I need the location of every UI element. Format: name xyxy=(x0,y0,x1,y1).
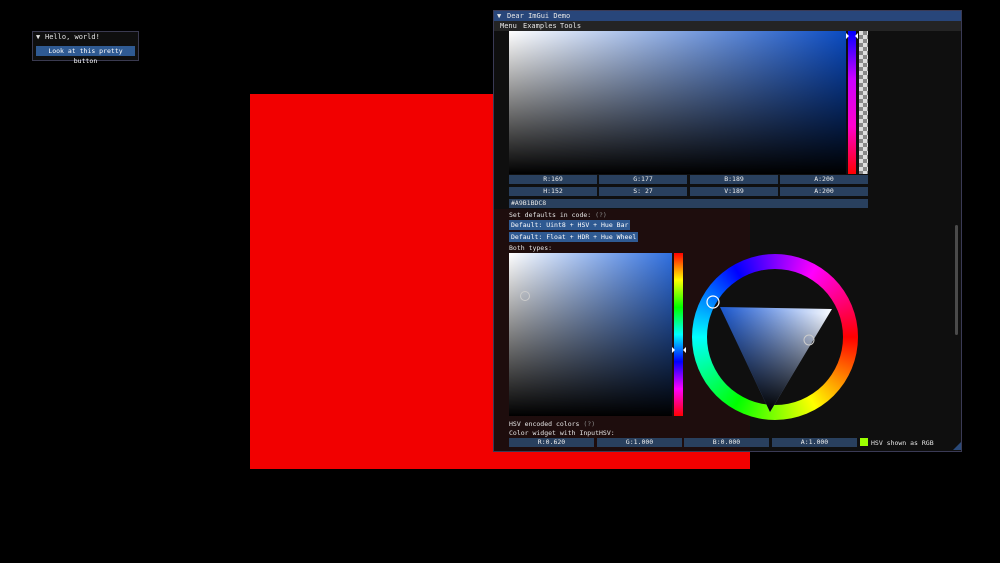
field-a[interactable]: A:200 xyxy=(780,175,868,184)
collapse-arrow-icon[interactable]: ▼ xyxy=(36,33,40,41)
scrollbar-thumb[interactable] xyxy=(955,225,958,335)
field-v[interactable]: V:189 xyxy=(690,187,778,196)
window-title: Dear ImGui Demo xyxy=(507,12,571,20)
default-uint8-button[interactable]: Default: Uint8 + HSV + Hue Bar xyxy=(509,220,631,230)
hue-small-cursor-icon xyxy=(672,347,686,353)
float-field-a[interactable]: A:1.000 xyxy=(772,438,857,447)
menu-item-tools[interactable]: Tools xyxy=(560,22,581,30)
float-field-b[interactable]: B:0.000 xyxy=(684,438,769,447)
hsv-shown-label: HSV shown as RGB xyxy=(871,439,934,447)
float-field-r[interactable]: R:0.620 xyxy=(509,438,594,447)
hello-world-titlebar[interactable]: ▼ Hello, world! xyxy=(33,32,138,42)
window-title: Hello, world! xyxy=(45,33,100,41)
help-marker[interactable]: (?) xyxy=(583,420,595,428)
default-float-button[interactable]: Default: Float + HDR + Hue Wheel xyxy=(509,232,639,242)
hex-input[interactable]: #A9B1BDC8 xyxy=(509,199,868,208)
menu-item-examples[interactable]: Examples xyxy=(523,22,557,30)
hex-value: #A9B1BDC8 xyxy=(511,199,547,207)
sv-cursor-icon xyxy=(520,291,530,301)
field-alpha[interactable]: A:200 xyxy=(780,187,868,196)
set-defaults-label: Set defaults in code: xyxy=(509,211,592,219)
hue-wheel[interactable] xyxy=(692,254,858,420)
help-marker[interactable]: (?) xyxy=(595,211,607,219)
resize-grip[interactable] xyxy=(953,442,961,450)
menu-item-menu[interactable]: Menu xyxy=(500,22,517,30)
field-s[interactable]: S: 27 xyxy=(599,187,687,196)
set-defaults-row: Set defaults in code: (?) xyxy=(509,211,607,219)
alpha-bar[interactable] xyxy=(859,31,868,174)
float-field-g[interactable]: G:1.000 xyxy=(597,438,682,447)
hue-cursor-icon xyxy=(846,33,858,39)
saturation-value-square-small[interactable] xyxy=(509,253,672,416)
hue-bar-small[interactable] xyxy=(674,253,683,416)
demo-titlebar[interactable]: ▼ Dear ImGui Demo xyxy=(494,11,961,21)
saturation-value-square[interactable] xyxy=(509,31,846,174)
imgui-demo-window[interactable]: ▼ Dear ImGui Demo Menu Examples Tools R:… xyxy=(493,10,962,452)
field-h[interactable]: H:152 xyxy=(509,187,597,196)
hsv-encoded-row: HSV encoded colors (?) xyxy=(509,420,595,428)
both-types-label: Both types: xyxy=(509,244,553,252)
color-swatch[interactable] xyxy=(860,438,868,446)
hello-world-window[interactable]: ▼ Hello, world! Look at this pretty butt… xyxy=(32,31,139,65)
menu-bar: Menu Examples Tools xyxy=(494,21,961,31)
inputhsv-label: Color widget with InputHSV: xyxy=(509,429,615,437)
pretty-button[interactable]: Look at this pretty button xyxy=(36,46,135,65)
hsv-encoded-label: HSV encoded colors xyxy=(509,420,580,428)
field-g[interactable]: G:177 xyxy=(599,175,687,184)
field-b[interactable]: B:189 xyxy=(690,175,778,184)
hue-bar[interactable] xyxy=(848,31,856,174)
field-r[interactable]: R:169 xyxy=(509,175,597,184)
collapse-arrow-icon[interactable]: ▼ xyxy=(497,12,501,20)
